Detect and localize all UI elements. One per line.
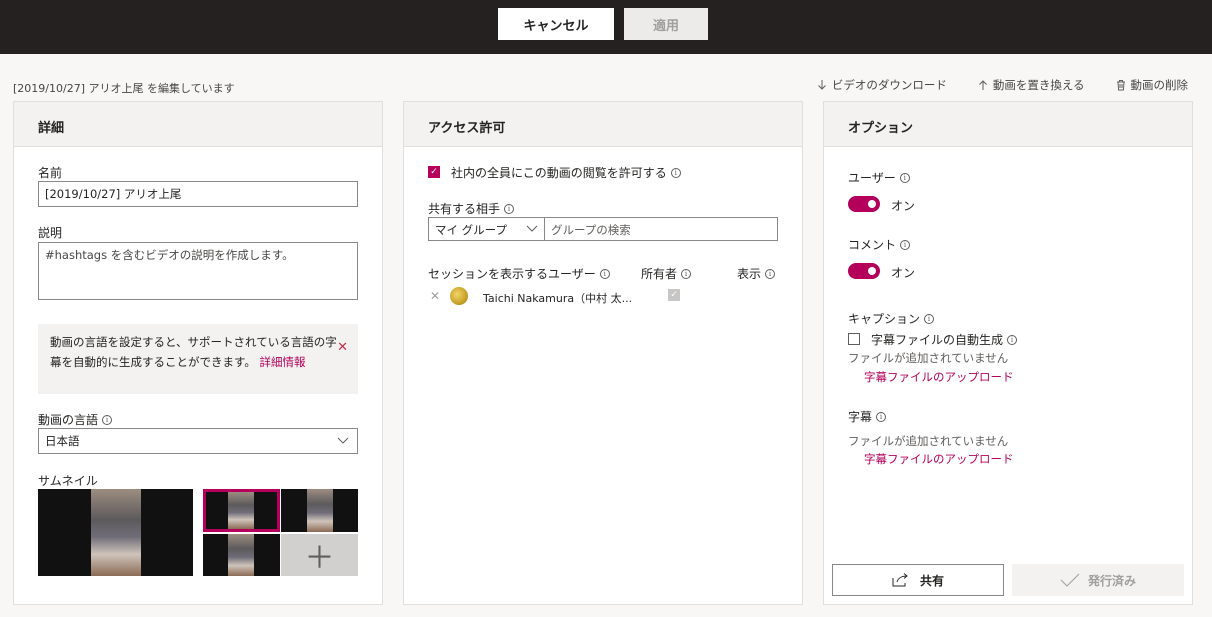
chevron-down-icon	[337, 437, 349, 444]
delete-video-label: 動画の削除	[1130, 78, 1189, 92]
checkmark-icon	[1060, 573, 1080, 587]
replace-video-action[interactable]: 動画を置き換える	[977, 77, 1085, 93]
language-select[interactable]: 日本語	[38, 428, 358, 454]
info-icon[interactable]: i	[765, 268, 776, 279]
language-label: 動画の言語 i	[38, 411, 113, 428]
comments-label: コメント i	[848, 236, 911, 253]
autogen-label: 字幕ファイルの自動生成 i	[871, 331, 1018, 348]
info-icon[interactable]: i	[900, 239, 911, 250]
thumbnail-option-1[interactable]	[203, 489, 280, 532]
access-panel: アクセス許可 ✓ 社内の全員にこの動画の閲覧を許可する i 共有する相手 i マイ …	[403, 101, 803, 605]
info-icon[interactable]: i	[1007, 334, 1018, 345]
users-label: ユーザー i	[848, 169, 910, 186]
subtitles-no-file: ファイルが追加されていません	[848, 434, 1009, 448]
info-icon[interactable]: i	[899, 172, 910, 183]
name-label: 名前	[38, 166, 63, 180]
details-title: 詳細	[14, 102, 382, 147]
group-select-value: マイ グループ	[435, 223, 507, 237]
subtitles-upload-link[interactable]: 字幕ファイルのアップロード	[864, 451, 1014, 467]
access-title: アクセス許可	[404, 102, 802, 147]
options-panel: オプション ユーザー i オン コメント i オン キャプション i 字幕ファイルの自…	[823, 101, 1193, 605]
editing-status: [2019/10/27] アリオ上尾 を編集しています	[13, 82, 235, 95]
info-icon[interactable]: i	[681, 268, 692, 279]
close-icon[interactable]: ✕	[337, 338, 348, 358]
col-view-header: 表示 i	[737, 265, 776, 282]
chevron-down-icon	[526, 225, 538, 232]
share-icon	[892, 573, 908, 587]
thumbnail-label: サムネイル	[38, 474, 98, 488]
share-button[interactable]: 共有	[832, 564, 1004, 596]
add-thumbnail-button[interactable]: ＋	[281, 534, 358, 576]
users-toggle[interactable]	[848, 196, 880, 212]
owner-checkbox: ✓	[668, 289, 680, 301]
captions-no-file: ファイルが追加されていません	[848, 351, 1009, 365]
captions-upload-link[interactable]: 字幕ファイルのアップロード	[864, 369, 1014, 385]
allow-all-checkbox[interactable]: ✓	[428, 166, 440, 178]
info-icon[interactable]: i	[924, 313, 935, 324]
trash-icon	[1116, 80, 1125, 91]
group-select[interactable]: マイ グループ	[428, 217, 545, 241]
share-with-label: 共有する相手 i	[428, 200, 515, 217]
info-icon[interactable]: i	[876, 411, 887, 422]
language-value: 日本語	[45, 434, 80, 448]
col-owner-header: 所有者 i	[641, 265, 692, 282]
options-title: オプション	[824, 102, 1192, 147]
video-actions: ビデオのダウンロード 動画を置き換える 動画の削除	[816, 77, 1188, 93]
info-icon[interactable]: i	[504, 203, 515, 214]
thumbnail-preview	[38, 489, 193, 576]
learn-more-link[interactable]: 詳細情報	[260, 355, 306, 369]
share-label: 共有	[919, 573, 944, 588]
group-search-input[interactable]: グループの検索	[544, 217, 778, 241]
info-icon[interactable]: i	[599, 268, 610, 279]
remove-user-icon[interactable]: ✕	[430, 289, 440, 303]
subtitles-label: 字幕 i	[848, 408, 887, 425]
thumbnail-option-2[interactable]	[281, 489, 358, 532]
info-icon[interactable]: i	[670, 167, 681, 178]
info-icon[interactable]: i	[102, 414, 113, 425]
download-video-label: ビデオのダウンロード	[831, 78, 947, 92]
top-bar: キャンセル 適用	[0, 0, 1212, 54]
published-button[interactable]: 発行済み	[1012, 564, 1184, 596]
thumbnail-option-3[interactable]	[203, 534, 280, 576]
apply-button[interactable]: 適用	[624, 8, 708, 40]
allow-all-label: 社内の全員にこの動画の閲覧を許可する i	[451, 164, 681, 181]
user-name: Taichi Nakamura（中村 太...	[483, 292, 633, 305]
description-label: 説明	[38, 226, 63, 240]
avatar	[450, 287, 468, 305]
language-notice: 動画の言語を設定すると、サポートされている言語の字幕を自動的に生成することができ…	[38, 324, 358, 394]
comments-toggle[interactable]	[848, 263, 880, 279]
name-input[interactable]: [2019/10/27] アリオ上尾	[38, 181, 358, 207]
delete-video-action[interactable]: 動画の削除	[1115, 77, 1189, 93]
captions-label: キャプション i	[848, 310, 935, 327]
col-users-header: セッションを表示するユーザー i	[428, 265, 610, 282]
replace-video-label: 動画を置き換える	[992, 78, 1085, 92]
comments-toggle-label: オン	[891, 266, 916, 280]
description-textarea[interactable]: #hashtags を含むビデオの説明を作成します。	[38, 242, 358, 300]
published-label: 発行済み	[1087, 573, 1136, 588]
upload-arrow-icon	[978, 80, 987, 90]
users-toggle-label: オン	[891, 199, 916, 213]
autogen-checkbox[interactable]	[848, 333, 860, 345]
plus-icon: ＋	[304, 541, 335, 576]
download-icon	[817, 80, 826, 90]
download-video-action[interactable]: ビデオのダウンロード	[816, 77, 947, 93]
cancel-button[interactable]: キャンセル	[498, 8, 614, 40]
